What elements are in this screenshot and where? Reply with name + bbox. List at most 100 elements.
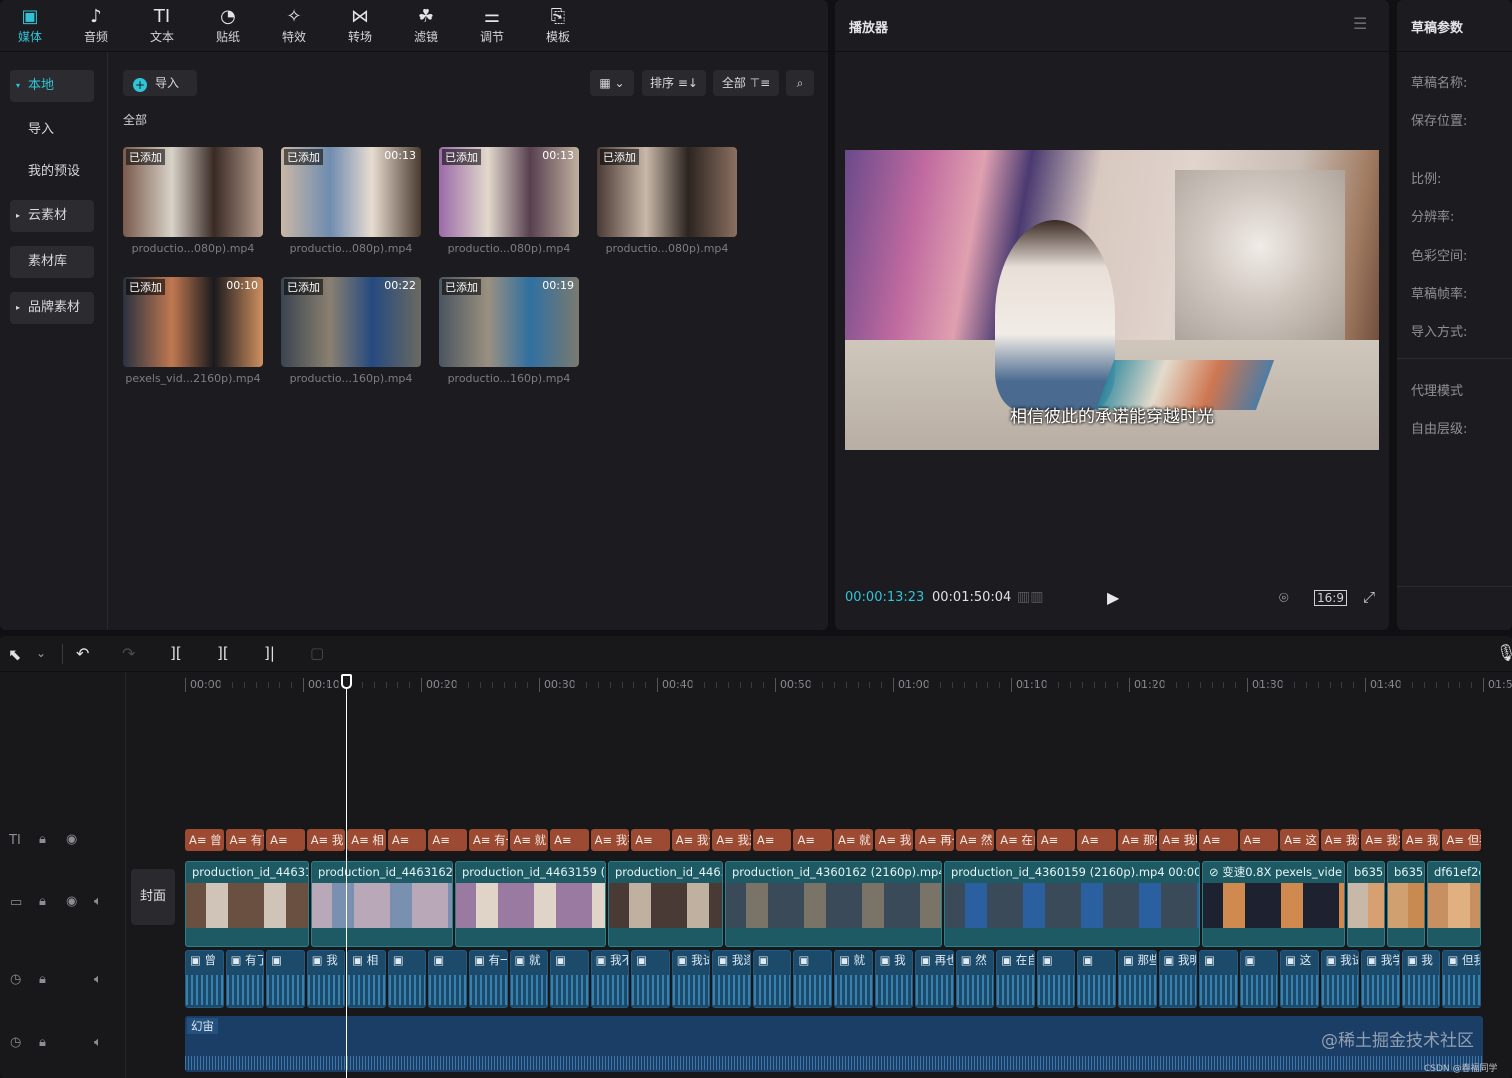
- volume-icon[interactable]: 🔈︎: [94, 1035, 102, 1050]
- audio-clip[interactable]: ▣ 我: [874, 950, 914, 1008]
- text-clip[interactable]: A≡: [793, 829, 832, 851]
- sidebar-item-5[interactable]: ▸ 品牌素材: [10, 292, 94, 324]
- media-thumbnail[interactable]: 已添加 00:22: [281, 277, 421, 367]
- text-clip[interactable]: A≡ 但我这: [1442, 829, 1481, 851]
- lock-icon[interactable]: 🔒︎: [39, 972, 46, 987]
- audio-clip[interactable]: ▣ 有一: [468, 950, 508, 1008]
- audio-clip[interactable]: ▣ 再也: [915, 950, 954, 1008]
- audio-clip[interactable]: ▣: [387, 950, 427, 1008]
- tab-transition[interactable]: ⋈ 转场: [330, 6, 390, 45]
- tab-filter[interactable]: ☘ 滤镜: [396, 6, 456, 45]
- audio-clip[interactable]: ▣ 有了: [225, 950, 265, 1008]
- search-button[interactable]: ⌕: [786, 70, 814, 96]
- music-clip[interactable]: 幻宙 @稀土掘金技术社区: [185, 1016, 1483, 1072]
- eye-icon[interactable]: ◉: [66, 894, 77, 909]
- text-clip[interactable]: A≡: [266, 829, 305, 851]
- view-mode-button[interactable]: ▦ ⌄: [590, 70, 634, 96]
- video-preview[interactable]: 相信彼此的承诺能穿越时光: [845, 150, 1379, 450]
- text-clip[interactable]: A≡: [1239, 829, 1279, 851]
- fullscreen-icon[interactable]: ⤢: [1363, 588, 1375, 606]
- text-clip[interactable]: A≡: [1199, 829, 1238, 851]
- tab-sticker[interactable]: ◔ 贴纸: [198, 6, 258, 45]
- media-thumbnail[interactable]: 已添加 00:13: [281, 147, 421, 237]
- volume-icon[interactable]: 🔈︎: [94, 972, 102, 987]
- audio-clip[interactable]: ▣ 我试: [671, 950, 711, 1008]
- time-ruler[interactable]: 00:00 00:10 00:20 00:30 00:40 00:50 01:00 01:10…: [0, 636, 1512, 696]
- text-clip[interactable]: A≡ 我逐: [712, 829, 751, 851]
- audio-clip[interactable]: ▣ 就: [509, 950, 549, 1008]
- text-clip[interactable]: A≡ 有了: [225, 829, 265, 851]
- tab-adjust[interactable]: ⚌ 调节: [462, 6, 522, 45]
- video-clip[interactable]: production_id_446316: [185, 861, 309, 947]
- media-thumbnail[interactable]: 已添加: [123, 147, 263, 237]
- text-clip[interactable]: A≡ 曾: [185, 829, 224, 851]
- text-clip[interactable]: A≡: [1077, 829, 1116, 851]
- menu-icon[interactable]: ☰: [1353, 14, 1367, 33]
- audio-clip[interactable]: ▣ 就: [834, 950, 873, 1008]
- lock-icon[interactable]: 🔒︎: [39, 1035, 46, 1050]
- video-clip[interactable]: df61ef2d7: [1427, 861, 1481, 947]
- audio-clip[interactable]: ▣ 我: [306, 950, 346, 1008]
- audio-clip[interactable]: ▣ 那些: [1117, 950, 1157, 1008]
- text-clip[interactable]: A≡ 在自: [996, 829, 1035, 851]
- video-clip[interactable]: production_id_4463159 (10: [455, 861, 606, 947]
- sort-button[interactable]: 排序 ≡↓: [642, 70, 706, 96]
- sidebar-item-0[interactable]: ▾ 本地: [10, 70, 94, 102]
- tab-text[interactable]: TI 文本: [132, 6, 192, 45]
- audio-clip[interactable]: ▣: [793, 950, 832, 1008]
- text-clip[interactable]: A≡: [550, 829, 589, 851]
- playhead-handle[interactable]: [341, 674, 352, 689]
- text-clip[interactable]: A≡ 我试着: [1320, 829, 1360, 851]
- ratio-button[interactable]: 16:9: [1314, 590, 1347, 606]
- text-clip[interactable]: A≡ 就: [834, 829, 873, 851]
- audio-clip[interactable]: ▣ 在自: [996, 950, 1035, 1008]
- volume-icon[interactable]: 🔈︎: [94, 894, 102, 909]
- audio-clip[interactable]: ▣ 但我这: [1442, 950, 1481, 1008]
- text-clip[interactable]: A≡: [428, 829, 467, 851]
- text-clip[interactable]: A≡ 相: [347, 829, 386, 851]
- text-clip[interactable]: A≡ 那些: [1117, 829, 1157, 851]
- cover-button[interactable]: 封面: [131, 869, 175, 925]
- audio-clip[interactable]: ▣ 我: [1401, 950, 1441, 1008]
- audio-clip[interactable]: ▣: [1036, 950, 1076, 1008]
- tab-template[interactable]: ⎘ 模板: [528, 6, 588, 45]
- text-clip[interactable]: A≡ 我试: [671, 829, 711, 851]
- tab-media[interactable]: ▣ 媒体: [0, 6, 60, 45]
- import-button[interactable]: + 导入: [123, 70, 197, 96]
- media-thumbnail[interactable]: 已添加 00:13: [439, 147, 579, 237]
- tab-effects[interactable]: ✧ 特效: [264, 6, 324, 45]
- text-clip[interactable]: A≡ 我: [1401, 829, 1441, 851]
- audio-clip[interactable]: ▣ 我明: [1158, 950, 1198, 1008]
- text-clip[interactable]: A≡ 我: [874, 829, 914, 851]
- tab-audio[interactable]: ♪ 音频: [66, 6, 126, 45]
- text-clip[interactable]: A≡ 这: [1280, 829, 1319, 851]
- text-clip[interactable]: A≡ 我明: [1158, 829, 1198, 851]
- lock-icon[interactable]: 🔒︎: [39, 832, 46, 847]
- sidebar-item-2[interactable]: 我的预设: [10, 156, 94, 188]
- video-clip[interactable]: production_id_4360159 (2160p).mp4 00:00:…: [944, 861, 1200, 947]
- timeline-grid-icon[interactable]: ▥▥: [1017, 589, 1043, 605]
- audio-clip[interactable]: ▣: [550, 950, 589, 1008]
- audio-clip[interactable]: ▣ 我学会: [1361, 950, 1400, 1008]
- text-clip[interactable]: A≡ 然: [955, 829, 995, 851]
- sidebar-item-1[interactable]: 导入: [10, 114, 94, 146]
- audio-clip[interactable]: ▣ 然: [955, 950, 995, 1008]
- audio-clip[interactable]: ▣ 我不: [590, 950, 630, 1008]
- audio-clip[interactable]: ▣ 曾: [185, 950, 224, 1008]
- sidebar-item-3[interactable]: ▸ 云素材: [10, 200, 94, 232]
- lock-icon[interactable]: 🔒︎: [39, 894, 46, 909]
- audio-clip[interactable]: ▣: [631, 950, 670, 1008]
- text-clip[interactable]: A≡: [631, 829, 670, 851]
- audio-clip[interactable]: ▣ 我逐: [712, 950, 751, 1008]
- snapshot-icon[interactable]: ⌾: [1279, 588, 1289, 608]
- audio-clip[interactable]: ▣ 相: [347, 950, 386, 1008]
- text-clip[interactable]: A≡ 我: [306, 829, 346, 851]
- media-thumbnail[interactable]: 已添加 00:19: [439, 277, 579, 367]
- video-clip[interactable]: b635: [1387, 861, 1425, 947]
- audio-clip[interactable]: ▣ 这: [1280, 950, 1319, 1008]
- text-clip[interactable]: A≡ 有一: [468, 829, 508, 851]
- playhead-line[interactable]: [346, 674, 347, 1078]
- play-icon[interactable]: ▶: [1107, 588, 1119, 607]
- text-clip[interactable]: A≡: [387, 829, 427, 851]
- audio-clip[interactable]: ▣: [1077, 950, 1116, 1008]
